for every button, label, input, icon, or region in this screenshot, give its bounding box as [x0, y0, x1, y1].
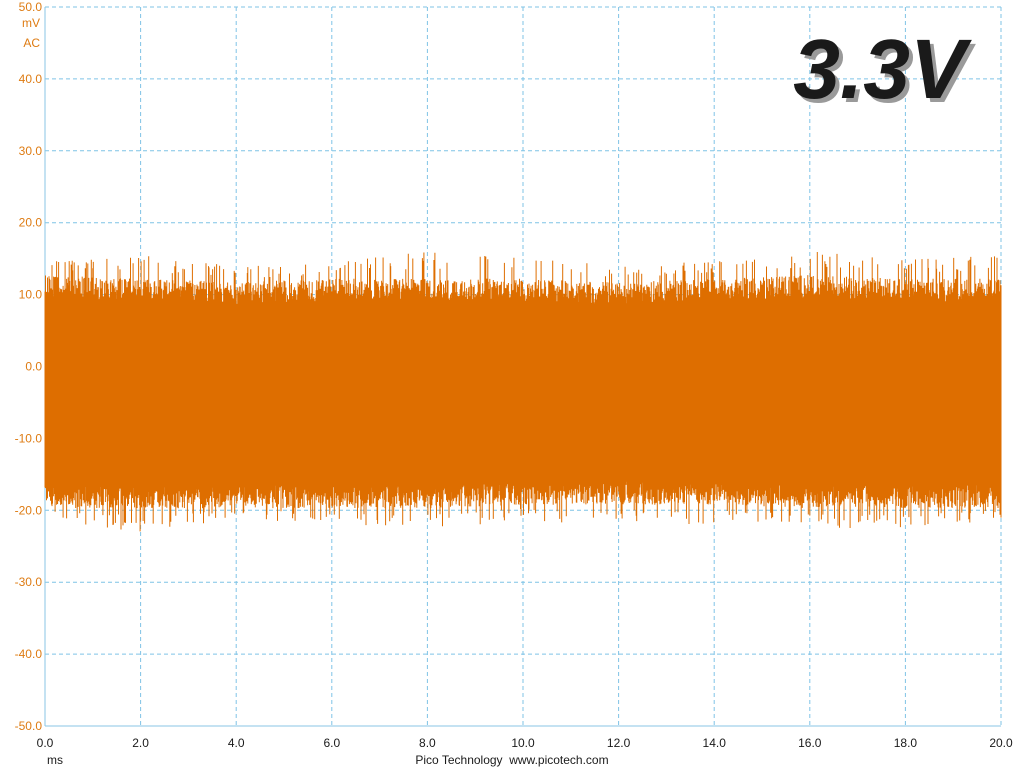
signal-trace	[44, 252, 1002, 532]
y-axis-coupling-label: AC	[23, 36, 40, 50]
signal-trace-spikes	[44, 252, 1002, 532]
y-tick-label: 30.0	[19, 144, 43, 158]
x-tick-label: 18.0	[894, 736, 918, 750]
y-tick-label: -30.0	[15, 575, 43, 589]
footer-credit: Pico Technology www.picotech.com	[415, 753, 608, 767]
x-tick-label: 10.0	[511, 736, 535, 750]
x-tick-label: 4.0	[228, 736, 245, 750]
x-tick-label: 20.0	[989, 736, 1013, 750]
y-tick-label: -10.0	[15, 431, 43, 445]
x-tick-label: 8.0	[419, 736, 436, 750]
voltage-annotation-text: 3.3V	[793, 22, 972, 116]
y-tick-label: 10.0	[19, 288, 43, 302]
x-tick-label: 6.0	[323, 736, 340, 750]
y-axis-ticks: 50.0 40.0 30.0 20.0 10.0 0.0 -10.0 -20.0 -30.0 -4…	[15, 0, 43, 733]
y-tick-label: 50.0	[19, 0, 43, 14]
x-axis-ticks: 0.0 2.0 4.0 6.0 8.0 10.0 12.0 14.0 16.0 18.0 20.0	[37, 736, 1013, 750]
x-tick-label: 0.0	[37, 736, 54, 750]
y-tick-label: 20.0	[19, 216, 43, 230]
y-tick-label: -20.0	[15, 503, 43, 517]
oscilloscope-chart: 50.0 40.0 30.0 20.0 10.0 0.0 -10.0 -20.0 -30.0 -4…	[15, 0, 1013, 767]
y-tick-label: -50.0	[15, 719, 43, 733]
y-tick-label: 40.0	[19, 72, 43, 86]
x-tick-label: 12.0	[607, 736, 631, 750]
x-axis-unit-label: ms	[47, 753, 63, 767]
y-axis-unit-label: mV	[22, 16, 40, 30]
y-tick-label: 0.0	[25, 360, 42, 374]
y-tick-label: -40.0	[15, 647, 43, 661]
x-tick-label: 14.0	[703, 736, 727, 750]
x-tick-label: 16.0	[798, 736, 822, 750]
voltage-annotation: 3.3V 3.3V	[793, 22, 976, 120]
x-tick-label: 2.0	[132, 736, 149, 750]
